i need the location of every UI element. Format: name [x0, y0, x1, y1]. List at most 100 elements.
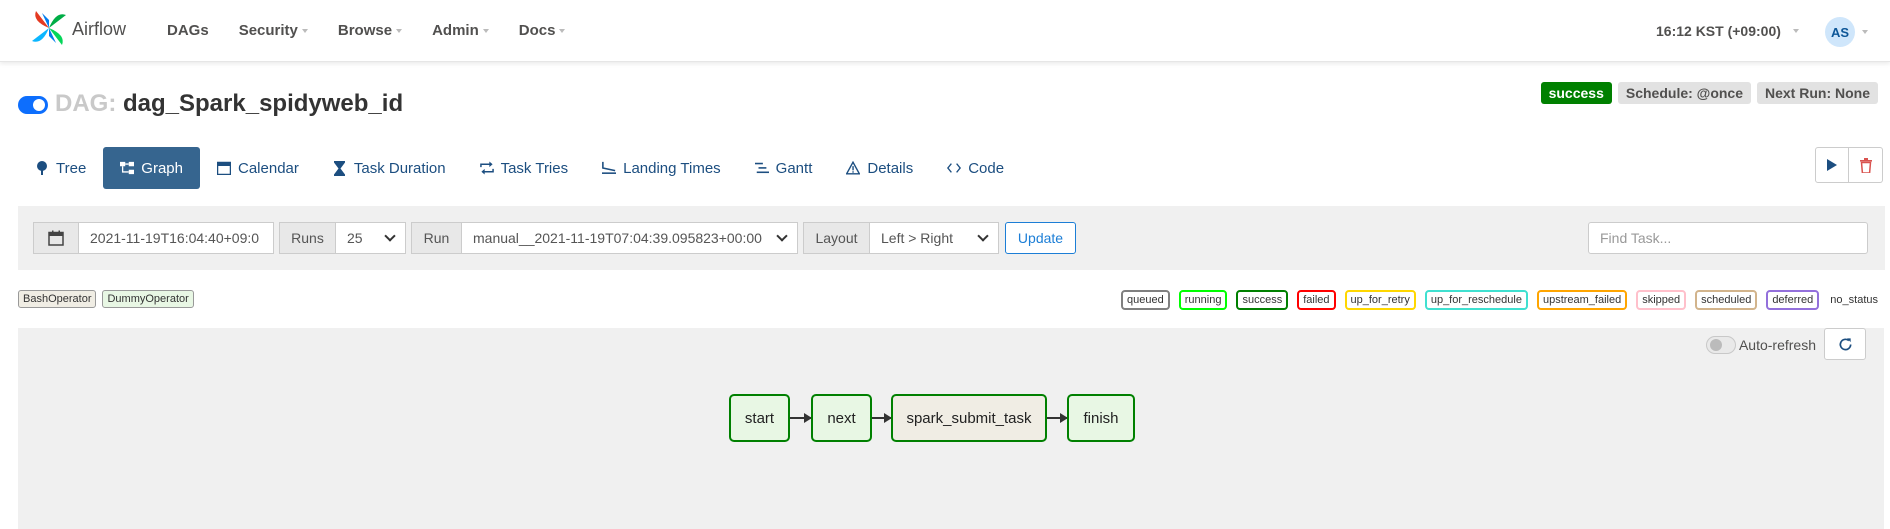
state-legend-upstream-failed: upstream_failed [1536, 290, 1628, 310]
tab-details[interactable]: Details [829, 147, 930, 189]
find-task-input[interactable]: Find Task... [1588, 222, 1868, 254]
nav-dags[interactable]: DAGs [167, 22, 209, 39]
layout-value: Left > Right [881, 230, 953, 246]
state-legend-deferred: deferred [1766, 290, 1820, 310]
tab-landing-times[interactable]: Landing Times [585, 147, 738, 189]
layout-select[interactable]: Left > Right [869, 222, 999, 254]
chevron-down-icon [1792, 29, 1799, 33]
dag-graph-canvas[interactable]: Auto-refresh start next spark_submit_task f… [18, 328, 1884, 529]
update-button[interactable]: Update [1005, 222, 1076, 254]
tab-label: Tree [56, 159, 87, 177]
repeat-icon [479, 161, 494, 175]
page-title: DAG: dag_Spark_spidyweb_id [55, 90, 403, 118]
chevron-down-icon [776, 230, 788, 242]
operator-legend-item: BashOperator [18, 290, 97, 308]
tab-gantt[interactable]: Gantt [738, 147, 830, 189]
task-node-start[interactable]: start [729, 394, 790, 442]
chevron-down-icon [384, 230, 396, 242]
dag-id: dag_Spark_spidyweb_id [123, 90, 404, 117]
edge-arrow [872, 413, 892, 423]
state-legend-up-for-reschedule: up_for_reschedule [1424, 290, 1528, 310]
airflow-logo[interactable]: Airflow [30, 9, 126, 47]
tree-icon [35, 161, 49, 175]
top-navbar: Airflow DAGs Security Browse Admin Docs 16:1… [0, 0, 1890, 62]
edge-arrow [790, 413, 812, 423]
base-date-calendar-button[interactable] [33, 222, 79, 254]
nav-admin[interactable]: Admin [432, 22, 489, 39]
operator-legend: BashOperator DummyOperator [18, 290, 200, 308]
base-date-input[interactable]: 2021-11-19T16:04:40+09:0 [78, 222, 274, 254]
brand-name: Airflow [72, 19, 127, 39]
refresh-icon [1839, 337, 1851, 350]
nav-security[interactable]: Security [239, 22, 308, 39]
tab-label: Gantt [775, 159, 813, 177]
operator-legend-item: DummyOperator [102, 290, 194, 308]
plane-landing-icon [602, 161, 617, 175]
graph-filter-form: 2021-11-19T16:04:40+09:0 Runs 25 Run man… [18, 206, 1885, 270]
run-label: Run [411, 222, 462, 254]
runs-label: Runs [279, 222, 336, 254]
nav-label: Browse [337, 22, 393, 39]
nav-label: Admin [432, 22, 479, 39]
state-legend-skipped: skipped [1636, 290, 1687, 310]
chevron-down-icon [301, 28, 308, 33]
tab-label: Graph [141, 159, 183, 177]
chevron-down-icon [396, 28, 403, 33]
clock-text: 16:12 KST (+09:00) [1656, 23, 1781, 39]
edge-arrow [1047, 413, 1068, 423]
dag-state-badge: success [1540, 82, 1612, 104]
runs-select[interactable]: 25 [335, 222, 406, 254]
run-select[interactable]: manual__2021-11-19T07:04:39.095823+00:00 [461, 222, 798, 254]
auto-refresh-toggle[interactable] [1705, 336, 1736, 354]
nav-docs[interactable]: Docs [519, 22, 566, 39]
details-icon [846, 161, 861, 175]
nav-label: Docs [518, 22, 556, 39]
nav-label: DAGs [167, 22, 209, 39]
state-legend-queued: queued [1121, 290, 1170, 310]
schedule-badge: Schedule: @once [1617, 82, 1751, 104]
state-legend-up-for-retry: up_for_retry [1344, 290, 1416, 310]
tab-code[interactable]: Code [930, 147, 1021, 189]
tab-label: Task Tries [500, 159, 569, 177]
tab-label: Calendar [238, 159, 299, 177]
chevron-down-icon [977, 230, 989, 242]
delete-dag-button[interactable] [1849, 147, 1883, 183]
task-node-spark-submit-task[interactable]: spark_submit_task [891, 394, 1047, 442]
state-legend-failed: failed [1297, 290, 1336, 310]
chevron-down-icon [1862, 30, 1868, 34]
user-menu[interactable]: AS [1825, 17, 1868, 47]
airflow-pinwheel-icon [32, 11, 66, 45]
tab-task-duration[interactable]: Task Duration [316, 147, 463, 189]
tab-label: Code [968, 159, 1005, 177]
tab-label: Task Duration [353, 159, 446, 177]
trash-icon [1859, 157, 1872, 173]
gantt-icon [754, 161, 769, 175]
nav-label: Security [238, 22, 298, 39]
trigger-dag-button[interactable] [1815, 147, 1849, 183]
dag-pause-toggle[interactable] [18, 96, 48, 114]
auto-refresh-control[interactable]: Auto-refresh [1705, 336, 1816, 354]
main-menu: DAGs Security Browse Admin Docs [167, 22, 595, 39]
state-legend-success: success [1236, 290, 1289, 310]
nav-browse[interactable]: Browse [337, 22, 403, 39]
state-legend-running: running [1178, 290, 1228, 310]
chevron-down-icon [559, 28, 566, 33]
timezone-clock[interactable]: 16:12 KST (+09:00) [1656, 23, 1799, 39]
graph-icon [120, 161, 135, 175]
tab-calendar[interactable]: Calendar [200, 147, 316, 189]
hourglass-icon [333, 160, 347, 176]
task-node-next[interactable]: next [811, 394, 872, 442]
run-value: manual__2021-11-19T07:04:39.095823+00:00 [473, 230, 762, 246]
tab-graph[interactable]: Graph [103, 147, 200, 189]
refresh-button[interactable] [1824, 328, 1866, 360]
avatar: AS [1825, 17, 1855, 47]
next-run-badge: Next Run: None [1757, 82, 1878, 104]
tab-tree[interactable]: Tree [18, 147, 103, 189]
auto-refresh-label: Auto-refresh [1738, 337, 1816, 353]
task-node-finish[interactable]: finish [1067, 394, 1135, 442]
chevron-down-icon [482, 28, 489, 33]
dag-actions [1815, 147, 1883, 183]
state-legend-scheduled: scheduled [1695, 290, 1758, 310]
state-legend: queued running success failed up_for_retry up… [1112, 290, 1880, 310]
tab-task-tries[interactable]: Task Tries [463, 147, 586, 189]
